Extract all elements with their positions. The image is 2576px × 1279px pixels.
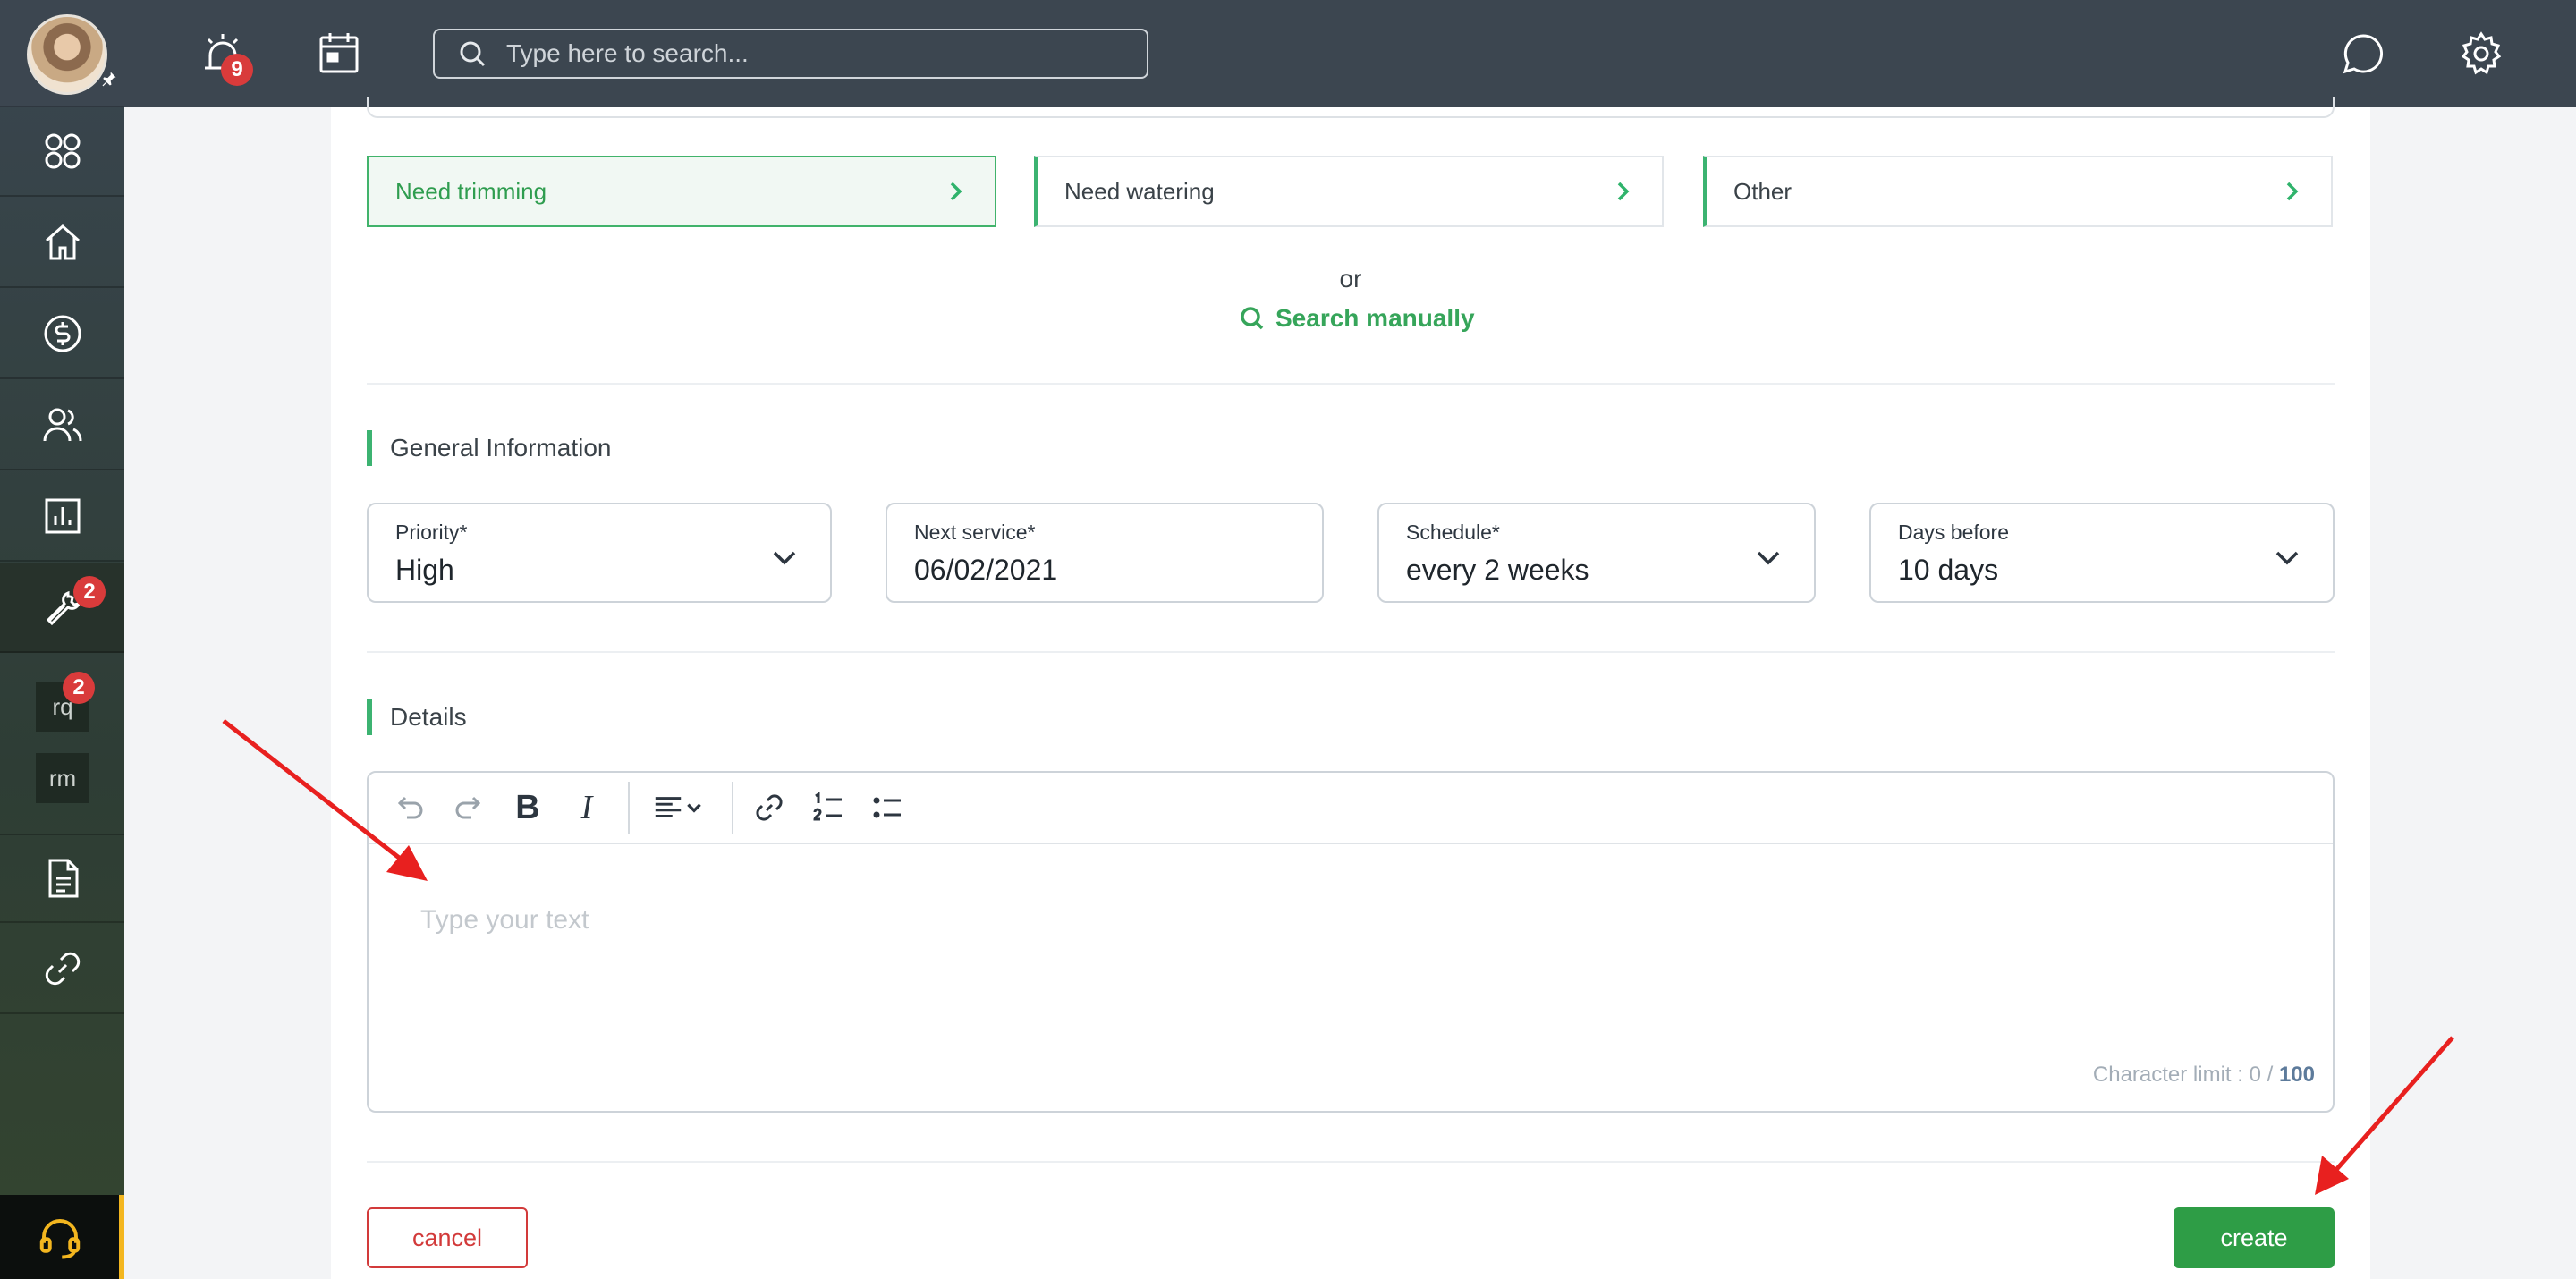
collapsed-field-edge xyxy=(367,97,2334,118)
toolbar-separator xyxy=(628,782,630,834)
details-editor: B I Type your text Character limit : 0 /… xyxy=(367,771,2334,1113)
priority-select[interactable]: Priority* High xyxy=(367,503,832,603)
redo-icon xyxy=(455,796,481,819)
sidebar-item-home[interactable] xyxy=(0,199,124,288)
link-icon xyxy=(756,794,783,821)
or-separator: or xyxy=(1339,265,1362,292)
align-dropdown[interactable] xyxy=(642,784,714,831)
headset-icon xyxy=(39,1219,80,1259)
sidebar-item-users[interactable] xyxy=(0,381,124,470)
link-button[interactable] xyxy=(746,784,792,831)
apps-grid-icon xyxy=(45,133,80,169)
sidebar-item-reports[interactable] xyxy=(0,472,124,562)
section-divider xyxy=(367,1161,2334,1163)
bullet-list-button[interactable] xyxy=(864,784,911,831)
category-need-trimming[interactable]: Need trimming xyxy=(367,156,996,227)
sidebar-item-finance[interactable] xyxy=(0,290,124,379)
section-divider xyxy=(367,383,2334,385)
chevron-right-icon xyxy=(1617,182,1630,201)
mini-item-label: rm xyxy=(48,764,77,792)
avatar[interactable] xyxy=(27,14,107,95)
bold-icon: B xyxy=(515,788,540,826)
chart-bar-icon xyxy=(45,498,80,534)
home-icon xyxy=(45,224,80,260)
search-icon xyxy=(1241,307,1264,330)
sidebar-mini-item-rm[interactable]: rm xyxy=(36,753,89,803)
schedule-select[interactable]: Schedule* every 2 weeks xyxy=(1377,503,1816,603)
top-bar: 9 xyxy=(124,0,2576,107)
search-icon xyxy=(460,41,486,67)
undo-button[interactable] xyxy=(386,784,433,831)
create-button[interactable]: create xyxy=(2174,1207,2334,1268)
sidebar-item-maintenance[interactable]: 2 xyxy=(0,563,124,653)
link-icon xyxy=(45,952,80,986)
general-information-title: General Information xyxy=(367,430,611,466)
character-limit-label: Character limit : 0 / xyxy=(2092,1063,2274,1087)
search-manually-label: Search manually xyxy=(1275,304,1475,332)
category-label: Need watering xyxy=(1064,177,1215,205)
dollar-circle-icon xyxy=(44,315,80,352)
sidebar: 2 rq 2 rm xyxy=(0,0,124,1279)
bold-button[interactable]: B xyxy=(504,784,551,831)
chat-button[interactable] xyxy=(2338,29,2388,79)
chevron-down-icon xyxy=(687,803,701,813)
next-service-field[interactable]: Next service* 06/02/2021 xyxy=(886,503,1324,603)
bullet-list-icon xyxy=(873,797,901,818)
category-label: Other xyxy=(1733,177,1792,205)
gear-icon xyxy=(2461,31,2502,75)
profile-area[interactable] xyxy=(0,0,124,107)
search-box[interactable] xyxy=(433,29,1148,79)
sidebar-item-documents[interactable] xyxy=(0,834,124,923)
align-left-icon xyxy=(655,797,682,817)
ordered-list-icon xyxy=(813,792,842,821)
category-label: Need trimming xyxy=(395,177,547,205)
days-before-label: Days before xyxy=(1898,521,2010,544)
search-input[interactable] xyxy=(506,39,1114,68)
days-before-select[interactable]: Days before 10 days xyxy=(1869,503,2334,603)
chevron-right-icon xyxy=(2286,182,2299,201)
editor-toolbar: B I xyxy=(369,773,2333,844)
details-title: Details xyxy=(367,699,467,735)
character-limit-max: 100 xyxy=(2278,1063,2315,1087)
search-manually-link[interactable]: Search manually xyxy=(1240,304,1475,333)
italic-icon: I xyxy=(580,789,593,826)
support-button[interactable] xyxy=(0,1195,124,1279)
next-service-value: 06/02/2021 xyxy=(914,554,1058,586)
chevron-down-icon xyxy=(773,551,796,565)
section-divider xyxy=(367,651,2334,653)
document-icon xyxy=(48,859,78,898)
ordered-list-button[interactable] xyxy=(805,784,852,831)
chat-bubble-icon xyxy=(2343,34,2383,74)
sidebar-item-links[interactable] xyxy=(0,925,124,1014)
toolbar-separator xyxy=(732,782,733,834)
settings-button[interactable] xyxy=(2456,29,2506,79)
details-text-area[interactable]: Type your text xyxy=(420,905,589,936)
pin-icon[interactable] xyxy=(100,70,118,88)
schedule-value: every 2 weeks xyxy=(1406,554,1589,586)
calendar-icon xyxy=(319,33,359,73)
category-other[interactable]: Other xyxy=(1703,156,2333,227)
sidebar-item-apps[interactable] xyxy=(0,107,124,197)
users-icon xyxy=(43,408,81,442)
rq-count-badge: 2 xyxy=(63,672,95,704)
chevron-right-icon xyxy=(950,182,962,201)
undo-icon xyxy=(397,796,423,819)
days-before-value: 10 days xyxy=(1898,554,1999,586)
chevron-down-icon xyxy=(2275,551,2299,565)
redo-button[interactable] xyxy=(445,784,492,831)
category-need-watering[interactable]: Need watering xyxy=(1034,156,1664,227)
character-limit: Character limit : 0 / 100 xyxy=(2093,1063,2315,1088)
calendar-button[interactable] xyxy=(314,29,364,79)
maintenance-count-badge: 2 xyxy=(73,576,106,608)
schedule-label: Schedule* xyxy=(1406,521,1500,544)
chevron-down-icon xyxy=(1757,551,1780,565)
alarm-count-badge: 9 xyxy=(221,54,253,86)
priority-label: Priority* xyxy=(395,521,468,544)
cancel-button[interactable]: cancel xyxy=(367,1207,528,1268)
italic-button[interactable]: I xyxy=(564,784,610,831)
priority-value: High xyxy=(395,554,454,586)
next-service-label: Next service* xyxy=(914,521,1036,544)
